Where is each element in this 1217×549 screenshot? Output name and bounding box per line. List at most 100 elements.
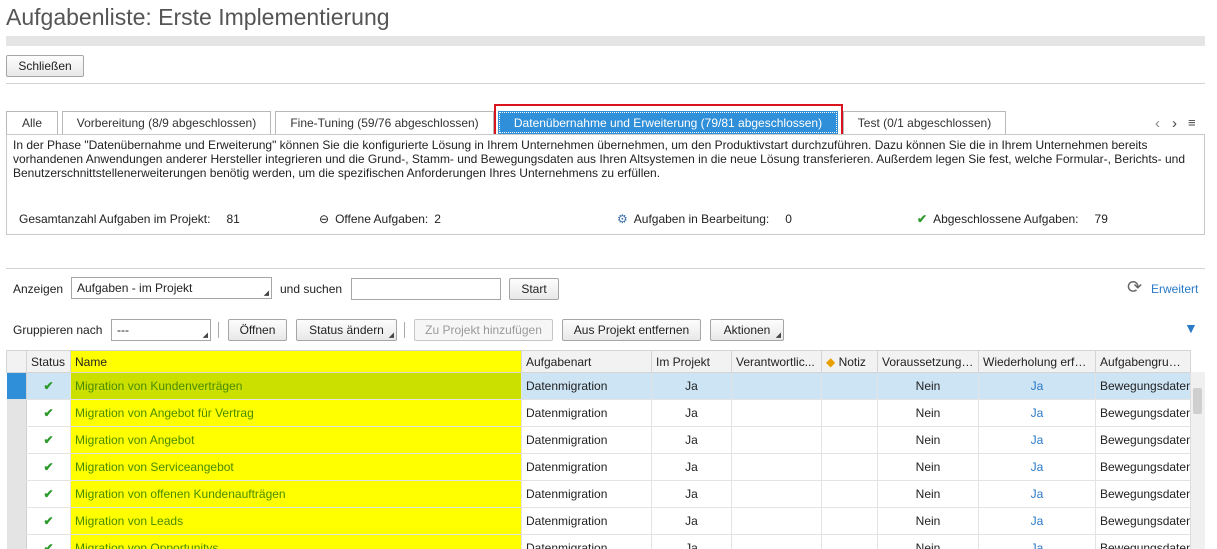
group-select[interactable]: --- ◢ — [111, 319, 211, 341]
remove-from-project-button[interactable]: Aus Projekt entfernen — [562, 319, 701, 341]
table-row[interactable]: ✔ Migration von Serviceangebot Datenmigr… — [6, 453, 1191, 481]
change-status-button[interactable]: Status ändern ◢ — [296, 319, 397, 341]
show-select[interactable]: Aufgaben - im Projekt ◢ — [71, 277, 272, 299]
task-prereq: Nein — [877, 372, 979, 400]
header-prereq[interactable]: Voraussetzunge... — [877, 350, 979, 373]
row-selector[interactable] — [6, 534, 27, 549]
task-name[interactable]: Migration von offenen Kundenaufträgen — [70, 480, 522, 508]
header-type[interactable]: Aufgabenart — [521, 350, 652, 373]
header-inproject[interactable]: Im Projekt — [651, 350, 732, 373]
refresh-icon[interactable]: ⟳ — [1127, 277, 1142, 298]
task-owner — [731, 480, 822, 508]
task-repeat-link[interactable]: Ja — [978, 534, 1096, 549]
table-row[interactable]: ✔ Migration von Angebot für Vertrag Date… — [6, 399, 1191, 427]
tab-test[interactable]: Test (0/1 abgeschlossen) — [843, 111, 1006, 134]
stat-total-label: Gesamtanzahl Aufgaben im Projekt: — [19, 212, 211, 226]
stat-total: Gesamtanzahl Aufgaben im Projekt: 81 — [19, 212, 240, 226]
task-inproject: Ja — [651, 372, 732, 400]
dropdown-corner-icon: ◢ — [388, 332, 394, 339]
stat-done: ✔ Abgeschlossene Aufgaben: 79 — [917, 212, 1108, 226]
row-selector[interactable] — [6, 372, 27, 400]
task-inproject: Ja — [651, 453, 732, 481]
task-name[interactable]: Migration von Serviceangebot — [70, 453, 522, 481]
show-label: Anzeigen — [13, 282, 64, 296]
task-repeat-link[interactable]: Ja — [978, 507, 1096, 535]
header-group[interactable]: Aufgabengruppe — [1095, 350, 1191, 373]
check-icon: ✔ — [43, 406, 54, 420]
header-status[interactable]: Status — [26, 350, 71, 373]
table-scrollbar[interactable] — [1190, 372, 1205, 549]
panel-divider — [6, 268, 1205, 269]
task-repeat-link[interactable]: Ja — [978, 480, 1096, 508]
task-name[interactable]: Migration von Opportunitys — [70, 534, 522, 549]
table-row[interactable]: ✔ Migration von Opportunitys Datenmigrat… — [6, 534, 1191, 549]
task-repeat-link[interactable]: Ja — [978, 372, 1096, 400]
header-repeat[interactable]: Wiederholung erfo... — [978, 350, 1096, 373]
task-note — [821, 426, 878, 454]
task-name[interactable]: Migration von Leads — [70, 507, 522, 535]
tab-next-icon[interactable]: › — [1172, 115, 1177, 132]
table-row[interactable]: ✔ Migration von Angebot Datenmigration J… — [6, 426, 1191, 454]
task-owner — [731, 534, 822, 549]
stat-open: ⊖ Offene Aufgaben: 2 — [319, 212, 441, 226]
header-name[interactable]: Name — [70, 350, 522, 373]
task-repeat-link[interactable]: Ja — [978, 426, 1096, 454]
dropdown-corner-icon: ◢ — [263, 290, 269, 297]
row-selector[interactable] — [6, 480, 27, 508]
task-note — [821, 534, 878, 549]
tab-prev-icon[interactable]: ‹ — [1155, 115, 1160, 132]
task-repeat-link[interactable]: Ja — [978, 399, 1096, 427]
select-column-header[interactable] — [6, 350, 27, 373]
row-selector[interactable] — [6, 399, 27, 427]
tab-alle[interactable]: Alle — [6, 111, 58, 134]
actions-button[interactable]: Aktionen ◢ — [710, 319, 784, 341]
task-owner — [731, 426, 822, 454]
task-repeat-link[interactable]: Ja — [978, 453, 1096, 481]
task-name[interactable]: Migration von Angebot — [70, 426, 522, 454]
check-icon: ✔ — [43, 541, 54, 549]
task-owner — [731, 399, 822, 427]
advanced-link[interactable]: Erweitert — [1151, 282, 1198, 296]
page-title: Aufgabenliste: Erste Implementierung — [6, 4, 390, 30]
task-inproject: Ja — [651, 534, 732, 549]
task-name[interactable]: Migration von Kundenverträgen — [70, 372, 522, 400]
task-prereq: Nein — [877, 399, 979, 427]
task-note — [821, 399, 878, 427]
table-row[interactable]: ✔ Migration von offenen Kundenaufträgen … — [6, 480, 1191, 508]
check-icon: ✔ — [43, 433, 54, 447]
close-button[interactable]: Schließen — [6, 55, 84, 77]
task-owner — [731, 372, 822, 400]
check-icon: ✔ — [917, 212, 928, 226]
task-prereq: Nein — [877, 507, 979, 535]
search-input[interactable] — [351, 278, 501, 300]
task-note — [821, 372, 878, 400]
task-group: Bewegungsdaten — [1095, 399, 1191, 427]
tab-vorbereitung[interactable]: Vorbereitung (8/9 abgeschlossen) — [62, 111, 271, 134]
row-selector[interactable] — [6, 507, 27, 535]
show-select-value: Aufgaben - im Projekt — [77, 281, 193, 295]
tab-list-icon[interactable]: ≡ — [1188, 115, 1196, 130]
header-owner[interactable]: Verantwortlic... — [731, 350, 822, 373]
check-icon: ✔ — [43, 379, 54, 393]
start-button[interactable]: Start — [509, 278, 559, 300]
header-note[interactable]: ◆ Notiz — [821, 350, 878, 373]
task-inproject: Ja — [651, 399, 732, 427]
task-group: Bewegungsdaten — [1095, 507, 1191, 535]
task-note — [821, 507, 878, 535]
task-note — [821, 480, 878, 508]
scrollbar-thumb[interactable] — [1193, 388, 1202, 414]
task-inproject: Ja — [651, 480, 732, 508]
filter-icon[interactable]: ▼ — [1184, 320, 1198, 336]
open-button[interactable]: Öffnen — [228, 319, 287, 341]
row-selector[interactable] — [6, 426, 27, 454]
row-selector[interactable] — [6, 453, 27, 481]
toolbar-divider — [6, 83, 1205, 84]
task-inproject: Ja — [651, 507, 732, 535]
add-to-project-button[interactable]: Zu Projekt hinzufügen — [414, 319, 553, 341]
task-type: Datenmigration — [521, 399, 652, 427]
tab-fine-tuning[interactable]: Fine-Tuning (59/76 abgeschlossen) — [275, 111, 494, 134]
table-row[interactable]: ✔ Migration von Kundenverträgen Datenmig… — [6, 372, 1191, 400]
table-row[interactable]: ✔ Migration von Leads Datenmigration Ja … — [6, 507, 1191, 535]
actions-label: Aktionen — [723, 323, 771, 337]
task-name[interactable]: Migration von Angebot für Vertrag — [70, 399, 522, 427]
